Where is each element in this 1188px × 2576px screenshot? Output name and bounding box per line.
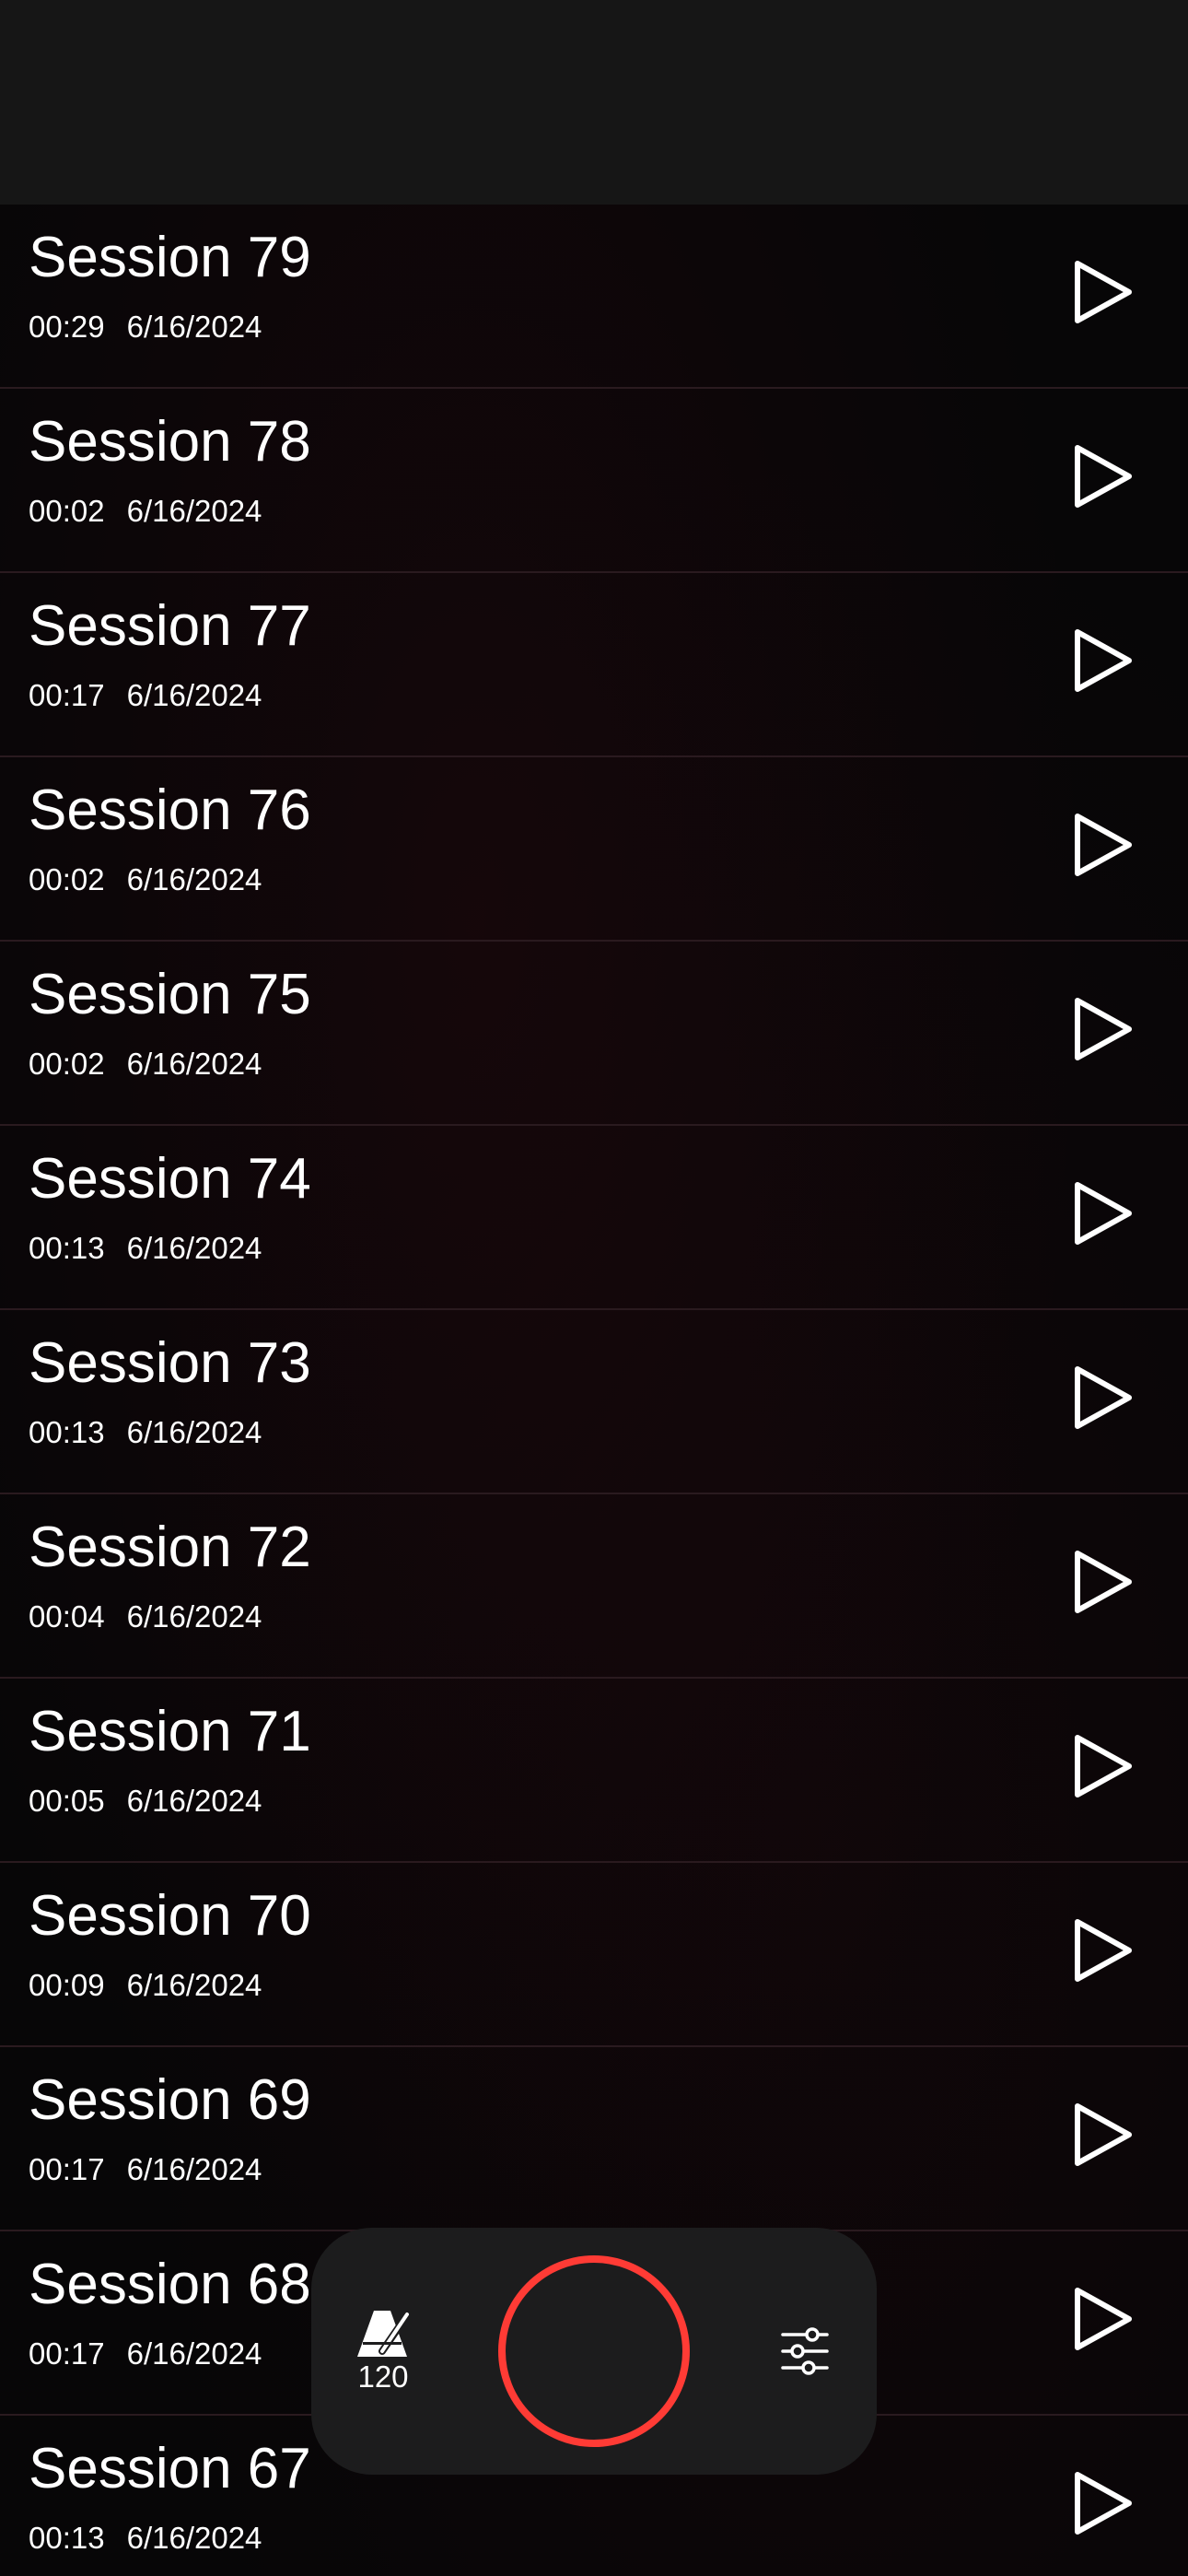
session-meta: 00:04 6/16/2024 <box>29 1598 262 1635</box>
play-button[interactable] <box>1059 1172 1142 1255</box>
session-title: Session 74 <box>29 1147 311 1211</box>
session-date: 6/16/2024 <box>126 494 262 528</box>
session-duration: 00:02 <box>29 862 105 896</box>
session-date: 6/16/2024 <box>126 310 262 344</box>
play-icon <box>1075 2288 1132 2350</box>
play-button[interactable] <box>1059 1356 1142 1439</box>
play-icon <box>1075 445 1132 508</box>
sliders-icon <box>781 2327 829 2375</box>
session-meta: 00:17 6/16/2024 <box>29 2336 262 2372</box>
session-row[interactable]: Session 79 00:29 6/16/2024 <box>0 205 1188 389</box>
session-date: 6/16/2024 <box>126 1599 262 1633</box>
session-title: Session 78 <box>29 410 311 474</box>
session-meta: 00:17 6/16/2024 <box>29 2151 262 2188</box>
session-meta: 00:13 6/16/2024 <box>29 1414 262 1451</box>
play-button[interactable] <box>1059 1909 1142 1992</box>
session-meta: 00:02 6/16/2024 <box>29 493 262 530</box>
session-duration: 00:05 <box>29 1784 105 1818</box>
play-button[interactable] <box>1059 251 1142 334</box>
session-row[interactable]: Session 70 00:09 6/16/2024 <box>0 1863 1188 2047</box>
session-row[interactable]: Session 75 00:02 6/16/2024 <box>0 942 1188 1126</box>
session-title: Session 68 <box>29 2253 311 2316</box>
play-icon <box>1075 2103 1132 2166</box>
session-meta: 00:13 6/16/2024 <box>29 1230 262 1267</box>
session-list[interactable]: Session 79 00:29 6/16/2024 Session 78 00:… <box>0 205 1188 2576</box>
session-title: Session 67 <box>29 2437 311 2500</box>
session-title: Session 71 <box>29 1700 311 1763</box>
session-meta: 00:05 6/16/2024 <box>29 1783 262 1820</box>
session-meta: 00:02 6/16/2024 <box>29 1046 262 1083</box>
play-icon <box>1075 261 1132 323</box>
settings-button[interactable] <box>777 2324 833 2379</box>
session-row[interactable]: Session 74 00:13 6/16/2024 <box>0 1126 1188 1310</box>
session-duration: 00:17 <box>29 2336 105 2371</box>
session-date: 6/16/2024 <box>126 678 262 712</box>
play-button[interactable] <box>1059 988 1142 1071</box>
play-button[interactable] <box>1059 2277 1142 2360</box>
play-icon <box>1075 1182 1132 1245</box>
session-duration: 00:04 <box>29 1599 105 1633</box>
session-date: 6/16/2024 <box>126 1415 262 1449</box>
top-bar <box>0 0 1188 205</box>
play-icon <box>1075 814 1132 876</box>
play-icon <box>1075 1919 1132 1982</box>
session-title: Session 77 <box>29 594 311 658</box>
play-button[interactable] <box>1059 1540 1142 1623</box>
play-icon <box>1075 1366 1132 1429</box>
session-title: Session 75 <box>29 963 311 1026</box>
session-title: Session 79 <box>29 226 311 289</box>
record-button[interactable] <box>498 2255 690 2447</box>
play-button[interactable] <box>1059 803 1142 886</box>
control-bar: 120 <box>311 2228 877 2475</box>
session-date: 6/16/2024 <box>126 2521 262 2555</box>
session-duration: 00:17 <box>29 2152 105 2186</box>
session-duration: 00:09 <box>29 1968 105 2002</box>
session-duration: 00:13 <box>29 1415 105 1449</box>
session-row[interactable]: Session 78 00:02 6/16/2024 <box>0 389 1188 573</box>
session-duration: 00:17 <box>29 678 105 712</box>
tempo-value: 120 <box>357 2359 409 2394</box>
session-date: 6/16/2024 <box>126 1231 262 1265</box>
session-meta: 00:17 6/16/2024 <box>29 677 262 714</box>
play-button[interactable] <box>1059 1725 1142 1808</box>
session-duration: 00:13 <box>29 2521 105 2555</box>
session-meta: 00:02 6/16/2024 <box>29 861 262 898</box>
session-title: Session 73 <box>29 1331 311 1395</box>
session-date: 6/16/2024 <box>126 1047 262 1081</box>
session-row[interactable]: Session 73 00:13 6/16/2024 <box>0 1310 1188 1494</box>
session-duration: 00:29 <box>29 310 105 344</box>
session-row[interactable]: Session 77 00:17 6/16/2024 <box>0 573 1188 757</box>
session-duration: 00:02 <box>29 1047 105 1081</box>
session-meta: 00:13 6/16/2024 <box>29 2520 262 2557</box>
session-title: Session 72 <box>29 1516 311 1579</box>
play-icon <box>1075 998 1132 1060</box>
session-date: 6/16/2024 <box>126 1968 262 2002</box>
session-row[interactable]: Session 72 00:04 6/16/2024 <box>0 1494 1188 1679</box>
session-title: Session 69 <box>29 2068 311 2132</box>
session-title: Session 70 <box>29 1884 311 1948</box>
session-duration: 00:13 <box>29 1231 105 1265</box>
session-row[interactable]: Session 71 00:05 6/16/2024 <box>0 1679 1188 1863</box>
play-button[interactable] <box>1059 619 1142 702</box>
session-row[interactable]: Session 69 00:17 6/16/2024 <box>0 2047 1188 2231</box>
session-meta: 00:29 6/16/2024 <box>29 309 262 345</box>
play-button[interactable] <box>1059 2093 1142 2176</box>
session-date: 6/16/2024 <box>126 862 262 896</box>
play-icon <box>1075 1551 1132 1613</box>
session-meta: 00:09 6/16/2024 <box>29 1967 262 2004</box>
session-duration: 00:02 <box>29 494 105 528</box>
play-icon <box>1075 1735 1132 1797</box>
play-icon <box>1075 629 1132 692</box>
play-button[interactable] <box>1059 2462 1142 2545</box>
metronome-icon <box>357 2309 413 2357</box>
session-date: 6/16/2024 <box>126 2152 262 2186</box>
play-button[interactable] <box>1059 435 1142 518</box>
session-date: 6/16/2024 <box>126 2336 262 2371</box>
session-row[interactable]: Session 76 00:02 6/16/2024 <box>0 757 1188 942</box>
play-icon <box>1075 2472 1132 2535</box>
session-date: 6/16/2024 <box>126 1784 262 1818</box>
session-title: Session 76 <box>29 779 311 842</box>
metronome-button[interactable]: 120 <box>346 2305 420 2397</box>
